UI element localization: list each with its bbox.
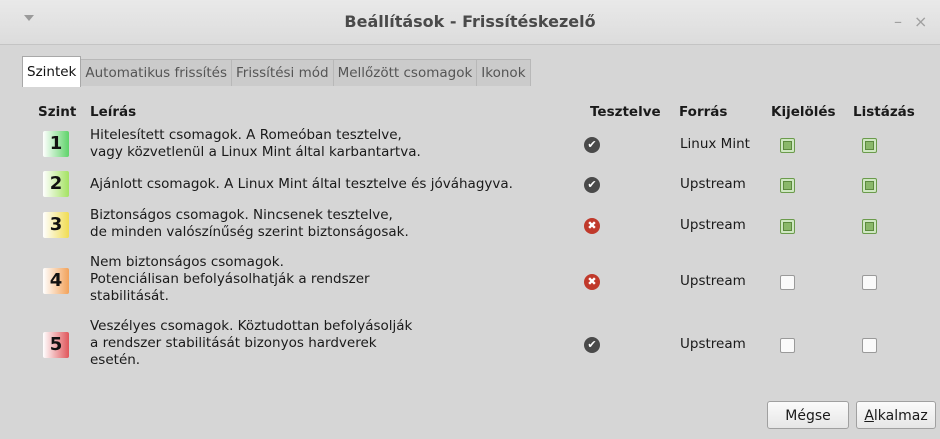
cancel-button[interactable]: Mégse bbox=[767, 401, 849, 429]
row-origin: Upstream bbox=[680, 176, 746, 192]
apply-button[interactable]: Alkalmaz bbox=[856, 401, 936, 429]
cross-icon: ✖ bbox=[584, 274, 600, 290]
level-badge: 2 bbox=[43, 171, 69, 197]
apply-label: lkalmaz bbox=[873, 408, 928, 424]
close-icon[interactable]: × bbox=[914, 12, 927, 31]
title-bar: Beállítások - Frissítéskezelő – × bbox=[0, 0, 940, 45]
level-badge: 3 bbox=[43, 212, 69, 238]
select-checkbox[interactable] bbox=[780, 338, 795, 353]
row-description: Veszélyes csomagok. Köztudottan befolyás… bbox=[90, 318, 413, 368]
tab-update-method[interactable]: Frissítési mód bbox=[231, 59, 334, 86]
list-checkbox[interactable] bbox=[862, 338, 877, 353]
tab-levels[interactable]: Szintek bbox=[22, 56, 82, 87]
level-badge: 1 bbox=[43, 131, 69, 157]
checkmark-icon: ✔ bbox=[584, 177, 600, 193]
header-level: Szint bbox=[38, 104, 77, 120]
header-tested: Tesztelve bbox=[590, 104, 661, 120]
row-origin: Upstream bbox=[680, 336, 746, 352]
level-badge: 5 bbox=[43, 332, 69, 358]
checkmark-icon: ✔ bbox=[584, 337, 600, 353]
level-badge: 4 bbox=[43, 268, 69, 294]
header-listed: Listázás bbox=[853, 104, 915, 120]
list-checkbox[interactable] bbox=[862, 138, 877, 153]
settings-window: Beállítások - Frissítéskezelő – × Szinte… bbox=[0, 0, 940, 439]
header-description: Leírás bbox=[90, 104, 137, 120]
list-checkbox[interactable] bbox=[862, 275, 877, 290]
row-description: Ajánlott csomagok. A Linux Mint által te… bbox=[90, 176, 513, 192]
row-origin: Upstream bbox=[680, 217, 746, 233]
window-title: Beállítások - Frissítéskezelő bbox=[344, 12, 596, 31]
list-checkbox[interactable] bbox=[862, 178, 877, 193]
select-checkbox[interactable] bbox=[780, 138, 795, 153]
row-origin: Linux Mint bbox=[680, 136, 750, 152]
tab-ignored-packages[interactable]: Mellőzött csomagok bbox=[332, 59, 478, 86]
select-checkbox[interactable] bbox=[780, 219, 795, 234]
tab-icons[interactable]: Ikonok bbox=[476, 59, 531, 86]
list-checkbox[interactable] bbox=[862, 219, 877, 234]
select-checkbox[interactable] bbox=[780, 178, 795, 193]
checkmark-icon: ✔ bbox=[584, 137, 600, 153]
row-description: Nem biztonságos csomagok. Potenciálisan … bbox=[90, 254, 370, 304]
row-description: Hitelesített csomagok. A Romeóban teszte… bbox=[90, 127, 421, 160]
header-selected: Kijelölés bbox=[771, 104, 836, 120]
row-origin: Upstream bbox=[680, 273, 746, 289]
header-origin: Forrás bbox=[679, 104, 728, 120]
select-checkbox[interactable] bbox=[780, 275, 795, 290]
cross-icon: ✖ bbox=[584, 218, 600, 234]
apply-mnemonic: A bbox=[864, 408, 874, 424]
minimize-icon[interactable]: – bbox=[894, 12, 902, 31]
row-description: Biztonságos csomagok. Nincsenek tesztelv… bbox=[90, 207, 409, 240]
tab-bar: Szintek Automatikus frissítés Frissítési… bbox=[22, 56, 531, 87]
tab-auto-refresh[interactable]: Automatikus frissítés bbox=[80, 59, 232, 86]
